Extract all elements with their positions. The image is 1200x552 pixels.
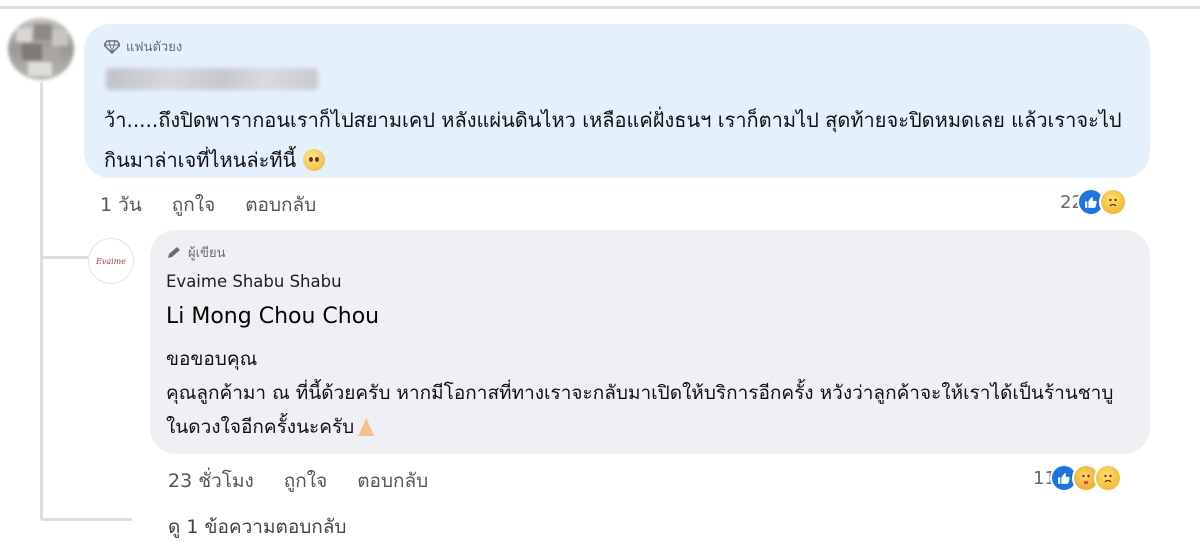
fan-badge: แฟนตัวยง bbox=[104, 36, 182, 57]
view-replies-link[interactable]: ดู 1 ข้อความตอบกลับ bbox=[168, 512, 347, 542]
reply-line-1: ขอขอบคุณ bbox=[166, 348, 258, 370]
reply-like-button[interactable]: ถูกใจ bbox=[284, 466, 327, 496]
top-divider bbox=[0, 6, 1200, 9]
sad-icon bbox=[1098, 188, 1127, 216]
sad-icon bbox=[1093, 464, 1122, 492]
page-avatar-logo: Evaime bbox=[95, 256, 126, 266]
reaction-summary[interactable]: 22 bbox=[1060, 188, 1127, 216]
reply-author-name[interactable]: Evaime Shabu Shabu bbox=[166, 272, 342, 291]
thread-connector-replies bbox=[40, 518, 132, 521]
reply-text: ขอขอบคุณ คุณลูกค้ามา ณ ที่นี้ด้วยครับ หา… bbox=[166, 342, 1126, 444]
reply-reaction-summary[interactable]: 11 bbox=[1033, 464, 1122, 492]
pleading-face-emoji bbox=[302, 149, 325, 171]
reply-actions: 23 ชั่วโมง ถูกใจ ตอบกลับ bbox=[168, 466, 458, 496]
like-button[interactable]: ถูกใจ bbox=[172, 190, 215, 220]
folded-hands-emoji bbox=[354, 416, 378, 436]
reply-time[interactable]: 23 ชั่วโมง bbox=[168, 466, 254, 496]
comment-text: ว้า.....ถึงปิดพารากอนเราก็ไปสยามเคป หลัง… bbox=[104, 100, 1134, 180]
reply-line-2: คุณลูกค้ามา ณ ที่นี้ด้วยครับ หากมีโอกาสท… bbox=[166, 376, 1126, 444]
comment-actions: 1 วัน ถูกใจ ตอบกลับ bbox=[100, 190, 346, 220]
comment-time[interactable]: 1 วัน bbox=[100, 190, 142, 220]
reply-button[interactable]: ตอบกลับ bbox=[245, 190, 316, 220]
comment-body: ว้า.....ถึงปิดพารากอนเราก็ไปสยามเคป หลัง… bbox=[104, 108, 1122, 172]
fan-badge-label: แฟนตัวยง bbox=[126, 40, 183, 55]
reply-body: คุณลูกค้ามา ณ ที่นี้ด้วยครับ หากมีโอกาสท… bbox=[166, 382, 1114, 438]
page-avatar[interactable]: Evaime bbox=[88, 238, 134, 284]
thread-line bbox=[40, 82, 43, 520]
thread-connector bbox=[40, 256, 90, 259]
avatar[interactable] bbox=[8, 18, 74, 80]
pen-icon bbox=[168, 246, 180, 258]
author-badge-label: ผู้เขียน bbox=[188, 246, 226, 261]
comment-bubble: แฟนตัวยง ว้า.....ถึงปิดพารากอนเราก็ไปสยา… bbox=[84, 24, 1150, 178]
reply-bubble: ผู้เขียน Evaime Shabu Shabu Li Mong Chou… bbox=[150, 230, 1150, 454]
diamond-icon bbox=[104, 39, 120, 54]
author-badge: ผู้เขียน bbox=[166, 242, 225, 263]
reply-reply-button[interactable]: ตอบกลับ bbox=[357, 466, 428, 496]
mention-tag[interactable]: Li Mong Chou Chou bbox=[166, 304, 379, 329]
commenter-name-blurred[interactable] bbox=[106, 68, 318, 90]
